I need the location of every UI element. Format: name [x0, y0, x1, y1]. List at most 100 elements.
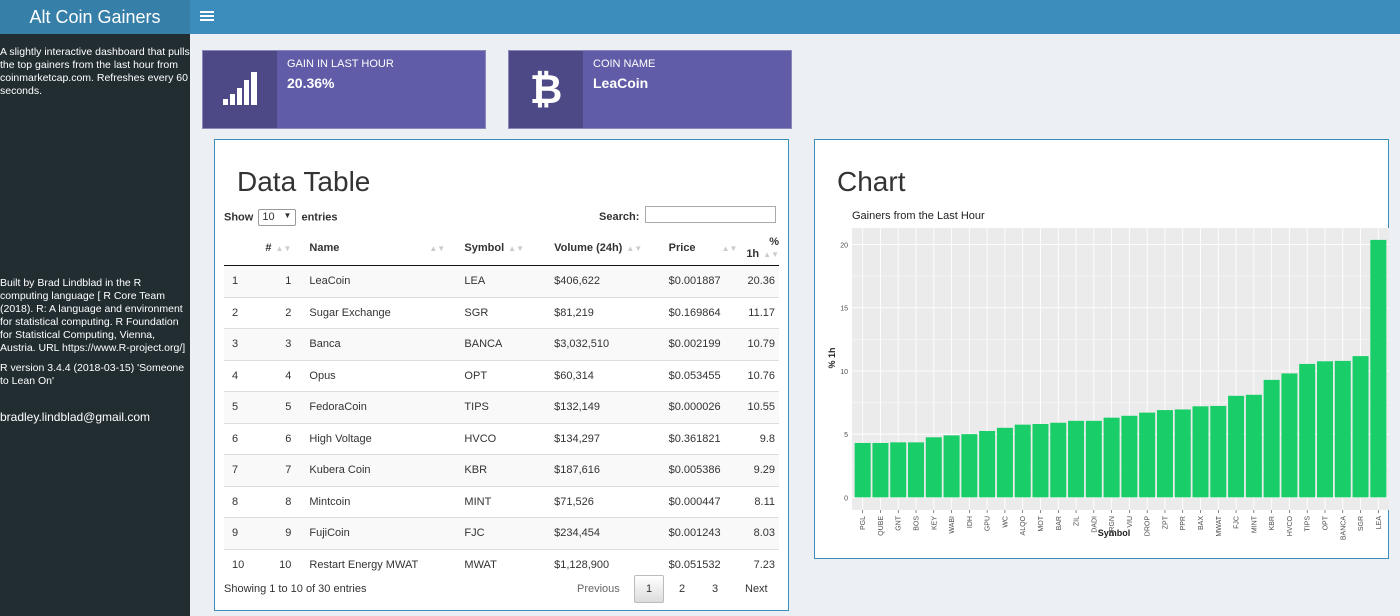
table-cell: 9.29 — [746, 454, 779, 486]
table-cell: KBR — [456, 454, 545, 486]
page-2-button[interactable]: 2 — [679, 583, 685, 595]
table-info: Showing 1 to 10 of 30 entries — [224, 583, 367, 595]
sidebar-email: bradley.lindblad@gmail.com — [0, 410, 151, 424]
table-cell: 5 — [250, 391, 292, 423]
x-tick-label: HVCO — [1287, 515, 1294, 536]
table-cell: 3 — [250, 328, 292, 360]
table-cell: 7.23 — [746, 548, 779, 580]
search-input[interactable] — [645, 206, 776, 223]
table-cell: FujiCoin — [291, 517, 457, 549]
table-row[interactable]: 2 2 Sugar Exchange SGR $81,219 $0.169864 11.17 — [224, 296, 779, 329]
table-row[interactable]: 8 8 Mintcoin MINT $71,526 $0.000447 8.11 — [224, 485, 779, 518]
column-header-name[interactable]: Name ▲▼ — [291, 231, 457, 266]
table-row[interactable]: 4 4 Opus OPT $60,314 $0.053455 10.76 — [224, 359, 779, 392]
column-header-symbol[interactable]: Symbol ▲▼ — [456, 231, 545, 266]
page-length-select[interactable]: 10 ▼ — [258, 209, 297, 226]
bar-drgn — [1103, 417, 1120, 498]
top-header: Alt Coin Gainers — [0, 0, 1400, 34]
bar-gpu — [979, 430, 996, 498]
chart-box-title: Chart — [837, 166, 906, 197]
column-header-index[interactable] — [224, 231, 251, 266]
gainers-bar-chart: Gainers from the Last Hour Symbol % 1h 0… — [827, 210, 1389, 540]
bar-tips — [1299, 363, 1316, 498]
table-cell: 8.11 — [746, 485, 779, 518]
x-tick-label: GPU — [985, 516, 992, 531]
bar-bar — [1050, 422, 1067, 498]
next-page-link[interactable]: Next — [745, 583, 768, 595]
x-tick-label: FJC — [1234, 516, 1241, 529]
bar-opt — [1316, 361, 1333, 498]
table-cell: $1,128,900 — [544, 548, 649, 580]
bar-mot — [1032, 424, 1049, 498]
table-cell: Opus — [291, 359, 457, 392]
x-tick-label: GNT — [896, 515, 903, 531]
table-cell: $406,622 — [544, 265, 649, 297]
entries-label: entries — [301, 211, 338, 224]
table-cell: $132,149 — [544, 391, 649, 423]
x-tick-label: IDH — [967, 516, 974, 528]
table-cell: 6 — [224, 422, 251, 455]
table-cell: 7 — [224, 454, 251, 486]
x-tick-label: ZPT — [1162, 515, 1169, 529]
table-cell: BANCA — [456, 328, 545, 360]
table-cell: $187,616 — [544, 454, 649, 486]
column-header-rank[interactable]: # ▲▼ — [250, 231, 292, 266]
table-row[interactable]: 1 1 LeaCoin LEA $406,622 $0.001887 20.36 — [224, 265, 779, 297]
table-cell: 3 — [224, 328, 251, 360]
x-tick-label: QUBE — [878, 516, 885, 536]
bar-qube — [872, 442, 889, 498]
table-row[interactable]: 10 10 Restart Energy MWAT MWAT $1,128,900 $0.… — [224, 548, 779, 580]
x-tick-label: PGL — [860, 516, 867, 530]
x-tick-label: TIPS — [1305, 516, 1312, 532]
x-tick-label: WC — [1002, 516, 1009, 528]
column-header-pct-1h[interactable]: % 1h ▲▼ — [746, 231, 779, 266]
table-row[interactable]: 3 3 Banca BANCA $3,032,510 $0.002199 10.79 — [224, 328, 779, 360]
bar-drop — [1139, 412, 1156, 498]
chart-title: Gainers from the Last Hour — [852, 210, 985, 222]
table-body: 1 1 LeaCoin LEA $406,622 $0.001887 20.36 2 2 Suga… — [224, 265, 779, 580]
table-cell: 7 — [250, 454, 292, 486]
table-cell: 8 — [224, 485, 251, 518]
sidebar-toggle-icon[interactable] — [200, 9, 214, 25]
table-cell: 4 — [250, 359, 292, 392]
table-row[interactable]: 7 7 Kubera Coin KBR $187,616 $0.005386 9.29 — [224, 454, 779, 486]
x-tick-label: BAR — [1056, 516, 1063, 530]
x-tick-label: WABI — [949, 516, 956, 534]
column-header-volume[interactable]: Volume (24h) ▲▼ — [544, 231, 649, 266]
table-cell: 2 — [224, 296, 251, 329]
x-tick-label: BANCA — [1340, 516, 1347, 540]
previous-page-link[interactable]: Previous — [577, 583, 620, 595]
bar-kbr — [1263, 379, 1280, 498]
table-cell: 11.17 — [746, 296, 779, 329]
bar-zpt — [1156, 410, 1173, 498]
bar-alqo — [1014, 424, 1031, 498]
bar-bos — [908, 442, 925, 498]
x-tick-label: BAX — [1198, 516, 1205, 530]
bar-viu — [1121, 415, 1138, 498]
table-cell: 4 — [224, 359, 251, 392]
y-tick-label: 10 — [840, 369, 848, 376]
x-tick-label: PPR — [1180, 516, 1187, 530]
x-tick-label: ALQO — [1020, 515, 1027, 535]
sidebar-r-version: R version 3.4.4 (2018-03-15) 'Someone to… — [0, 362, 185, 387]
page-3-button[interactable]: 3 — [712, 583, 718, 595]
app-title[interactable]: Alt Coin Gainers — [0, 0, 190, 34]
table-cell: 2 — [250, 296, 292, 329]
sidebar: A slightly interactive dashboard that pu… — [0, 34, 190, 616]
table-row[interactable]: 6 6 High Voltage HVCO $134,297 $0.361821 9.8 — [224, 422, 779, 455]
x-tick-label: ZIL — [1074, 516, 1081, 526]
page-1-button[interactable]: 1 — [634, 575, 664, 603]
table-cell: FJC — [456, 517, 545, 549]
length-control: Show 10 ▼ entries — [224, 209, 338, 226]
x-tick-label: BOS — [914, 516, 921, 531]
x-tick-label: DRGN — [1109, 516, 1116, 537]
table-cell: Mintcoin — [291, 485, 457, 518]
table-cell: $0.169864 — [648, 296, 747, 329]
table-cell: Restart Energy MWAT — [291, 548, 457, 580]
bar-ppr — [1174, 409, 1191, 498]
column-header-price[interactable]: Price ▲▼ — [648, 231, 747, 266]
table-row[interactable]: 9 9 FujiCoin FJC $234,454 $0.001243 8.03 — [224, 517, 779, 549]
table-cell: Banca — [291, 328, 457, 360]
table-row[interactable]: 5 5 FedoraCoin TIPS $132,149 $0.000026 10.55 — [224, 391, 779, 423]
svg-text:₿: ₿ — [530, 68, 563, 112]
